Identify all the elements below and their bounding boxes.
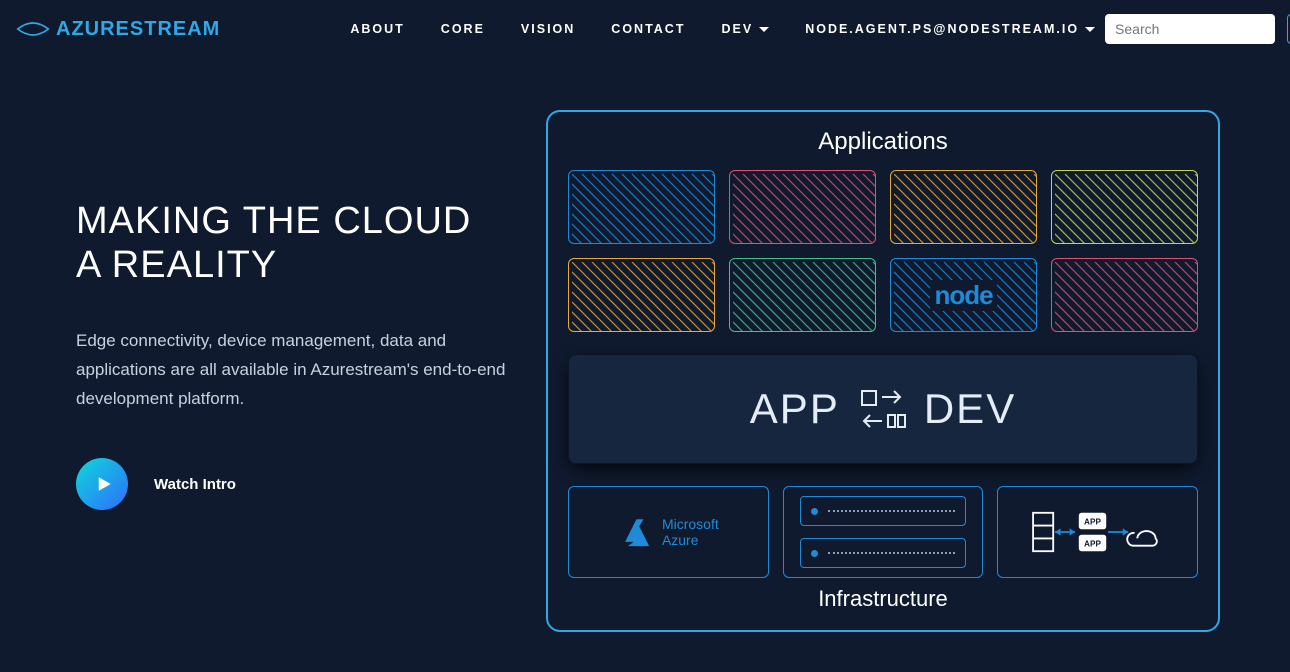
- eye-icon: [16, 20, 50, 38]
- server-rack-icon: [800, 496, 967, 526]
- app-tile: [1051, 170, 1198, 244]
- azure-label: Microsoft Azure: [662, 516, 719, 548]
- chevron-down-icon: [1085, 27, 1095, 32]
- nav-menu: ABOUT CORE VISION CONTACT DEV NODE.AGENT…: [350, 22, 1095, 36]
- infra-topology: APP APP: [997, 486, 1198, 578]
- app-tile: [568, 258, 715, 332]
- node-logo-text: node: [930, 280, 996, 311]
- app-tile: [890, 170, 1037, 244]
- nav-search-group: SEARCH: [1105, 14, 1290, 44]
- swap-icon: [858, 385, 906, 433]
- search-input[interactable]: [1105, 14, 1275, 44]
- app-tile: [729, 170, 876, 244]
- hero-copy: MAKING THE CLOUD A REALITY Edge connecti…: [76, 110, 506, 632]
- azure-icon: [618, 515, 652, 549]
- app-tile-node: node: [890, 258, 1037, 332]
- topology-icon: APP APP: [1028, 500, 1168, 564]
- infra-azure: Microsoft Azure: [568, 486, 769, 578]
- hero-section: MAKING THE CLOUD A REALITY Edge connecti…: [0, 58, 1290, 672]
- brand-text: AZURESTREAM: [56, 18, 220, 41]
- nav-about[interactable]: ABOUT: [350, 22, 404, 36]
- chevron-down-icon: [759, 27, 769, 32]
- watch-intro-button[interactable]: Watch Intro: [76, 458, 506, 510]
- appdev-right: DEV: [924, 385, 1016, 433]
- infra-row: Microsoft Azure A: [568, 486, 1198, 578]
- app-tile: [1051, 258, 1198, 332]
- apps-grid: node: [568, 170, 1198, 332]
- nav-core[interactable]: CORE: [441, 22, 485, 36]
- app-tile: [568, 170, 715, 244]
- top-nav: AZURESTREAM ABOUT CORE VISION CONTACT DE…: [0, 0, 1290, 58]
- app-tile: [729, 258, 876, 332]
- diagram-panel: Applications node APP DEV: [546, 110, 1220, 632]
- play-icon: [76, 458, 128, 510]
- svg-text:APP: APP: [1084, 518, 1101, 527]
- server-rack-icon: [800, 538, 967, 568]
- infra-title: Infrastructure: [568, 586, 1198, 612]
- lead-text: Edge connectivity, device management, da…: [76, 327, 506, 414]
- appdev-bar: APP DEV: [568, 354, 1198, 464]
- appdev-left: APP: [750, 385, 840, 433]
- nav-vision[interactable]: VISION: [521, 22, 575, 36]
- nav-dev[interactable]: DEV: [721, 22, 769, 36]
- infra-servers: [783, 486, 984, 578]
- nav-contact[interactable]: CONTACT: [611, 22, 685, 36]
- nav-user-email[interactable]: NODE.AGENT.PS@NODESTREAM.IO: [805, 22, 1095, 36]
- brand-logo[interactable]: AZURESTREAM: [16, 18, 220, 41]
- svg-text:APP: APP: [1084, 540, 1101, 549]
- watch-intro-label: Watch Intro: [154, 476, 236, 493]
- apps-title: Applications: [568, 128, 1198, 156]
- headline: MAKING THE CLOUD A REALITY: [76, 200, 506, 287]
